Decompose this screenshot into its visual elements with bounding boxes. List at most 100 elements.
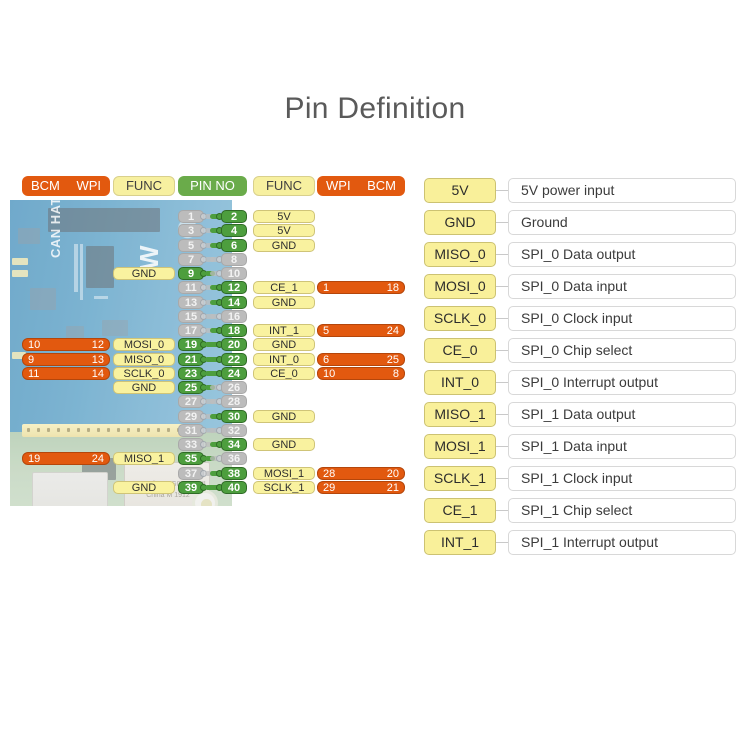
- pin-row: 9 13 MISO_0 21 22 INT_0 6 25: [10, 352, 405, 366]
- legend-row: SCLK_1 SPI_1 Clock input: [424, 464, 736, 496]
- right-bcm-value: 24: [386, 325, 399, 337]
- left-bcm-wpi-badge: 10 12: [22, 338, 110, 352]
- pin-row: 29 30 GND: [10, 409, 402, 423]
- right-wpi-bcm-badge: 28 20: [317, 466, 405, 480]
- legend-description: SPI_0 Chip select: [508, 338, 736, 363]
- right-wpi-value: 28: [323, 467, 336, 480]
- legend-description: SPI_0 Data output: [508, 242, 736, 267]
- left-wpi-value: 14: [91, 367, 104, 380]
- right-func-badge: INT_1: [253, 324, 315, 337]
- pin-row: 78: [10, 252, 402, 266]
- legend-description: SPI_0 Interrupt output: [508, 370, 736, 395]
- header-left-func: FUNC: [113, 176, 175, 196]
- right-wpi-bcm-badge: 6 25: [317, 352, 405, 366]
- pin-number-right[interactable]: 26: [221, 381, 247, 394]
- legend-signal-tag: MISO_0: [424, 242, 496, 267]
- pin-row: GND 9 10: [10, 267, 402, 280]
- legend-connector-line: [496, 254, 508, 255]
- pin-row: 11 14 SCLK_0 23 24 CE_0 10 8: [10, 366, 405, 380]
- right-func-badge: CE_0: [253, 366, 315, 380]
- legend-row: INT_1 SPI_1 Interrupt output: [424, 528, 736, 560]
- pin-row: 19 24 MISO_1 35 36: [10, 452, 402, 466]
- pin-number-right[interactable]: 6: [221, 238, 247, 252]
- pin-number-right[interactable]: 38: [221, 466, 247, 480]
- pin-number-right[interactable]: 40: [221, 480, 247, 494]
- pin-row: 5 6 GND: [10, 238, 402, 252]
- left-wpi-value: 13: [91, 353, 104, 366]
- pin-row: GND 39 40 SCLK_1 29 21: [10, 480, 405, 494]
- legend-row: MOSI_0 SPI_0 Data input: [424, 272, 736, 304]
- pin-number-right[interactable]: 24: [221, 366, 247, 380]
- legend-row: CE_0 SPI_0 Chip select: [424, 336, 736, 368]
- pin-row: 13 14 GND: [10, 295, 402, 309]
- pin-row: 10 12 MOSI_0 19 20 GND: [10, 338, 402, 352]
- right-wpi-bcm-badge: 10 8: [317, 366, 405, 380]
- pin-number-right[interactable]: 30: [221, 409, 247, 423]
- right-wpi-value: 1: [323, 282, 330, 295]
- right-bcm-value: 8: [392, 367, 399, 380]
- pin-number-right[interactable]: 14: [221, 295, 247, 309]
- legend-connector-line: [496, 446, 508, 447]
- legend-connector-line: [496, 222, 508, 223]
- legend-description: Ground: [508, 210, 736, 235]
- legend-signal-tag: 5V: [424, 178, 496, 203]
- pin-number-right[interactable]: 18: [221, 324, 247, 337]
- left-bcm-value: 10: [28, 339, 41, 352]
- legend-description: SPI_0 Clock input: [508, 306, 736, 331]
- right-wpi-bcm-badge: 29 21: [317, 480, 405, 494]
- left-bcm-value: 11: [28, 367, 40, 380]
- legend-signal-tag: MOSI_0: [424, 274, 496, 299]
- legend-description: 5V power input: [508, 178, 736, 203]
- right-func-badge: GND: [253, 438, 315, 451]
- left-bcm-value: 19: [28, 453, 41, 466]
- legend-row: SCLK_0 SPI_0 Clock input: [424, 304, 736, 336]
- legend-connector-line: [496, 510, 508, 511]
- pin-number-right[interactable]: 4: [221, 224, 247, 238]
- left-bcm-wpi-badge: 11 14: [22, 366, 110, 380]
- legend-signal-tag: SCLK_1: [424, 466, 496, 491]
- pin-row: 31 32: [10, 423, 402, 437]
- pin-number-right[interactable]: 28: [221, 395, 247, 409]
- right-bcm-value: 25: [386, 353, 399, 366]
- right-func-badge: 5V: [253, 210, 315, 223]
- right-func-badge: INT_0: [253, 352, 315, 366]
- legend-signal-tag: CE_0: [424, 338, 496, 363]
- header-pin-no: PIN NO: [178, 176, 247, 196]
- right-wpi-bcm-badge: 5 24: [317, 324, 405, 337]
- pin-number-right[interactable]: 16: [221, 309, 247, 323]
- header-left-wpi-label: WPI: [76, 178, 101, 193]
- right-wpi-value: 6: [323, 353, 330, 366]
- pin-row: 33 34 GND: [10, 438, 402, 451]
- pin-number-right[interactable]: 32: [221, 423, 247, 437]
- left-bcm-value: 9: [28, 353, 35, 366]
- left-wpi-value: 12: [91, 339, 104, 352]
- signal-legend: 5V 5V power input GND Ground MISO_0 SPI_0 Dat…: [424, 176, 736, 560]
- pin-number-right[interactable]: 2: [221, 210, 247, 223]
- legend-row: GND Ground: [424, 208, 736, 240]
- pin-number-right[interactable]: 22: [221, 352, 247, 366]
- right-func-badge: GND: [253, 238, 315, 252]
- legend-connector-line: [496, 350, 508, 351]
- header-right-bcm-label: BCM: [367, 178, 396, 193]
- legend-connector-line: [496, 382, 508, 383]
- legend-row: INT_0 SPI_0 Interrupt output: [424, 368, 736, 400]
- pin-number-right[interactable]: 10: [221, 267, 247, 280]
- pin-number-right[interactable]: 34: [221, 438, 247, 451]
- pin-number-right[interactable]: 12: [221, 281, 247, 295]
- right-func-badge: MOSI_1: [253, 466, 315, 480]
- legend-description: SPI_0 Data input: [508, 274, 736, 299]
- left-func-badge: GND: [113, 381, 175, 394]
- pin-number-right[interactable]: 8: [221, 252, 247, 266]
- right-func-badge: CE_1: [253, 281, 315, 295]
- legend-signal-tag: SCLK_0: [424, 306, 496, 331]
- right-func-badge: GND: [253, 409, 315, 423]
- right-func-badge: SCLK_1: [253, 480, 315, 494]
- header-left-bcm-label: BCM: [31, 178, 60, 193]
- pin-number-right[interactable]: 36: [221, 452, 247, 466]
- pin-number-right[interactable]: 20: [221, 338, 247, 352]
- legend-signal-tag: INT_1: [424, 530, 496, 555]
- right-bcm-value: 18: [386, 282, 399, 295]
- right-wpi-value: 29: [323, 481, 336, 494]
- legend-connector-line: [496, 286, 508, 287]
- left-func-badge: MOSI_0: [113, 338, 175, 352]
